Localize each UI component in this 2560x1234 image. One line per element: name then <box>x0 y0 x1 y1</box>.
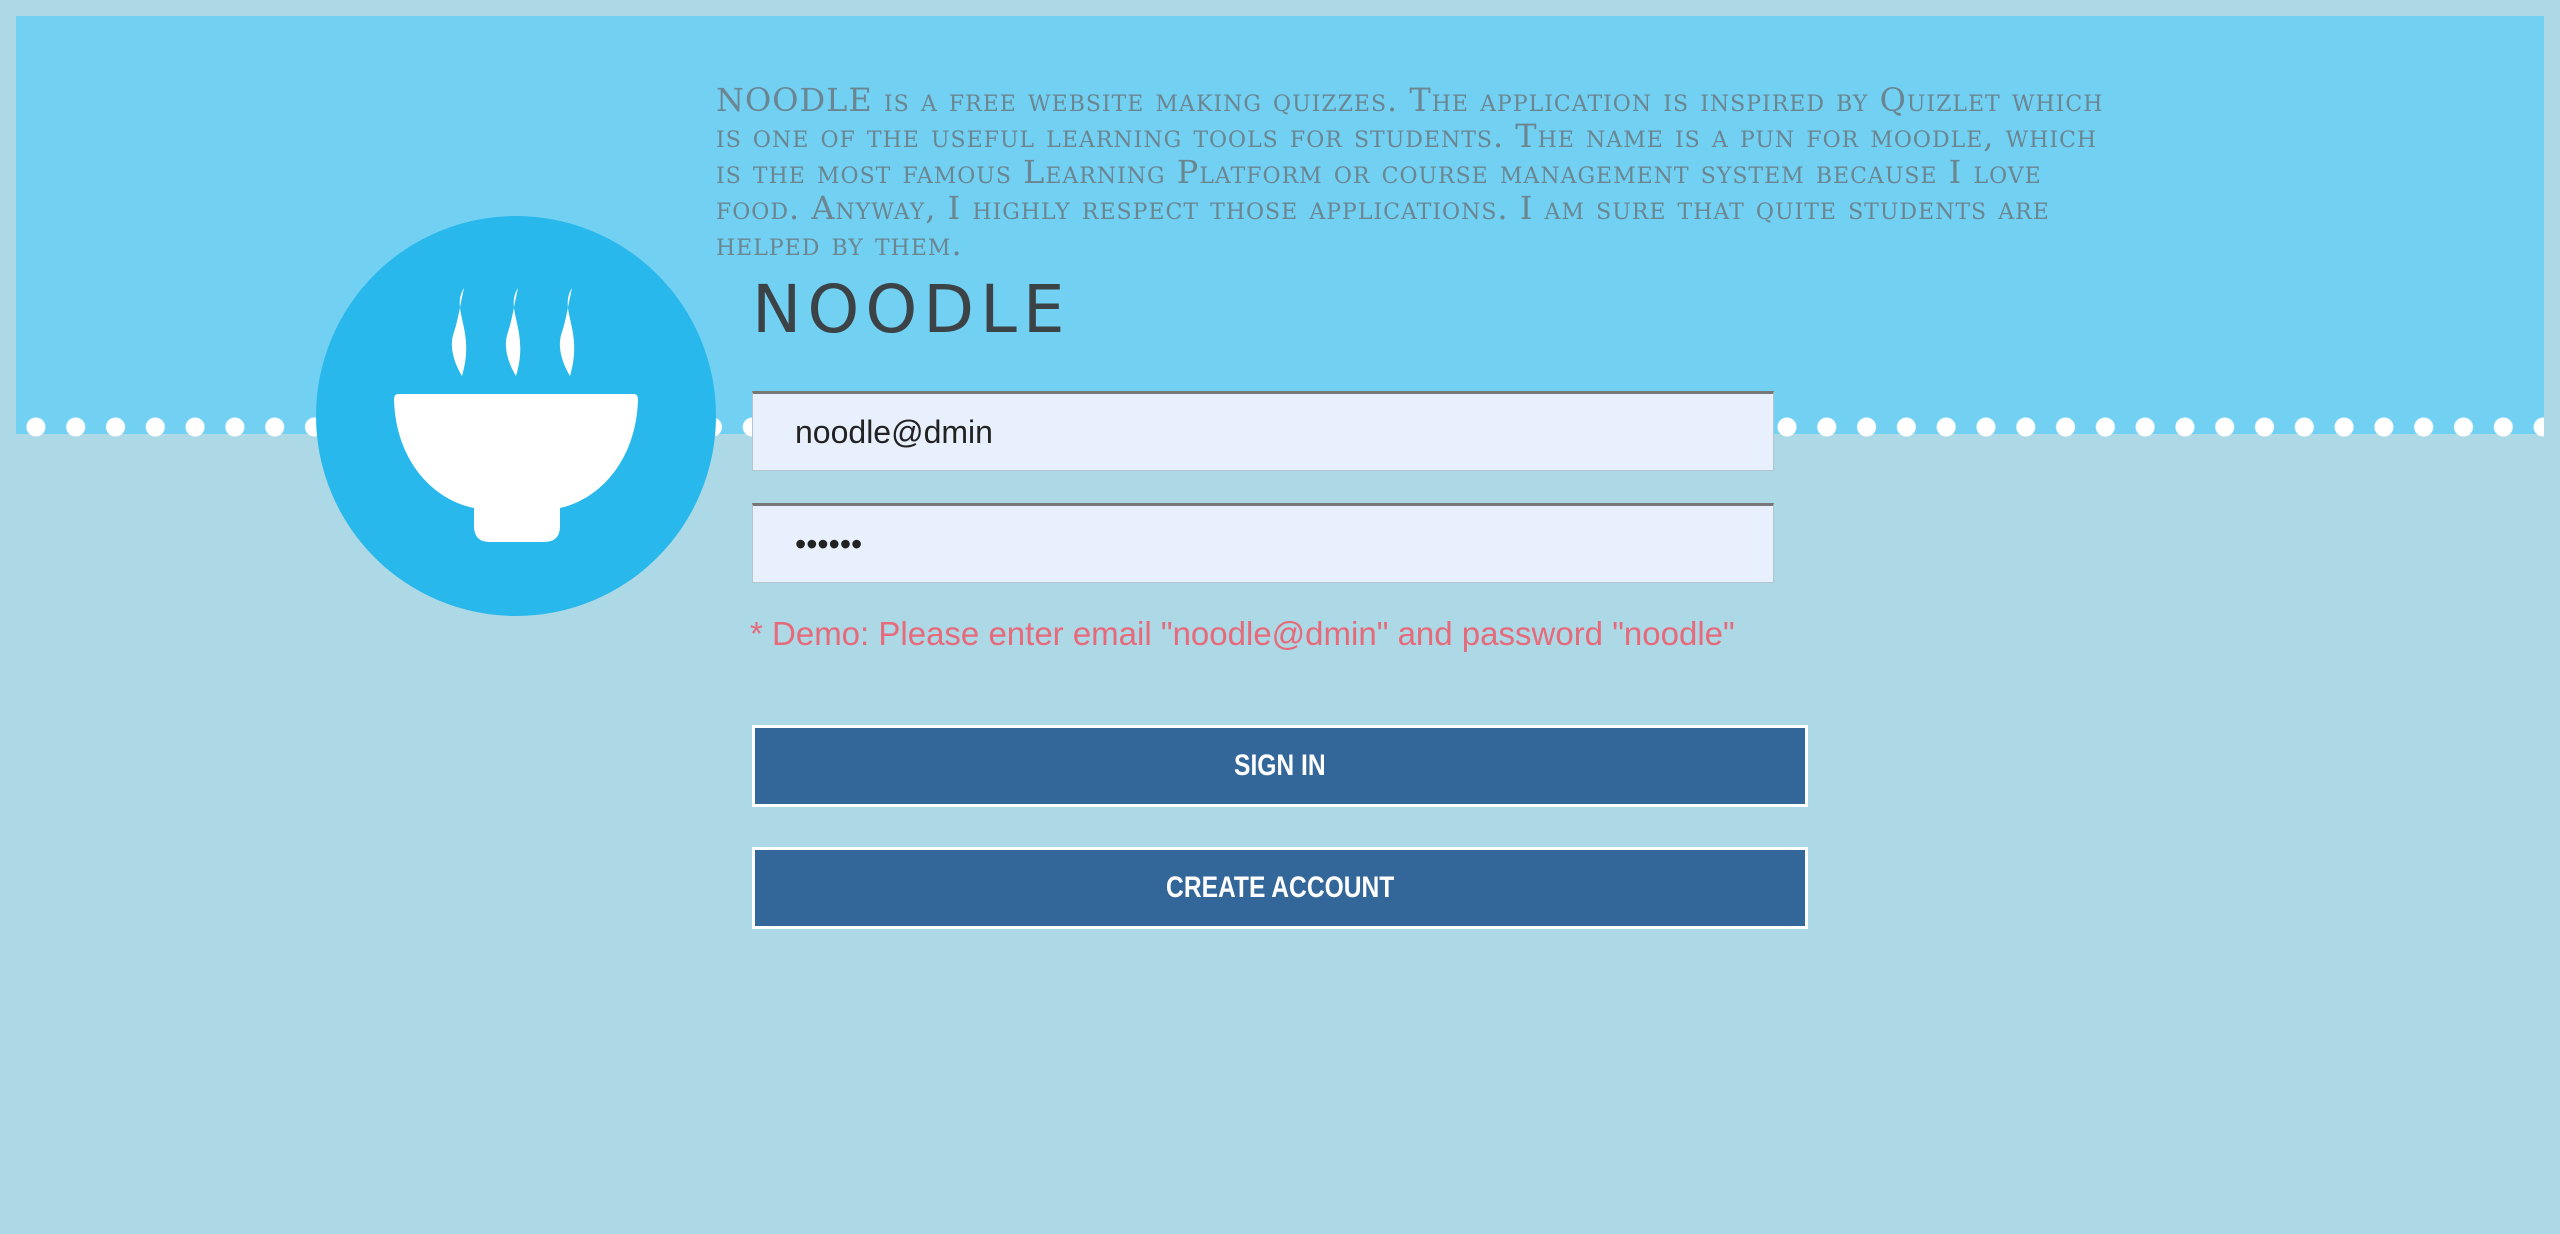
demo-hint: * Demo: Please enter email "noodle@dmin"… <box>750 615 1735 652</box>
sign-in-button[interactable]: SIGN IN <box>752 725 1808 807</box>
email-field[interactable] <box>752 391 1774 471</box>
app-description: NOODLE is a free website making quizzes.… <box>716 81 2104 263</box>
app-title: NOODLE <box>752 271 1071 348</box>
logo <box>316 216 716 616</box>
password-field[interactable] <box>752 503 1774 583</box>
create-account-button[interactable]: CREATE ACCOUNT <box>752 847 1808 929</box>
steaming-bowl-icon <box>394 288 638 542</box>
sign-in-label: SIGN IN <box>1234 749 1326 782</box>
create-account-label: CREATE ACCOUNT <box>1165 871 1395 904</box>
